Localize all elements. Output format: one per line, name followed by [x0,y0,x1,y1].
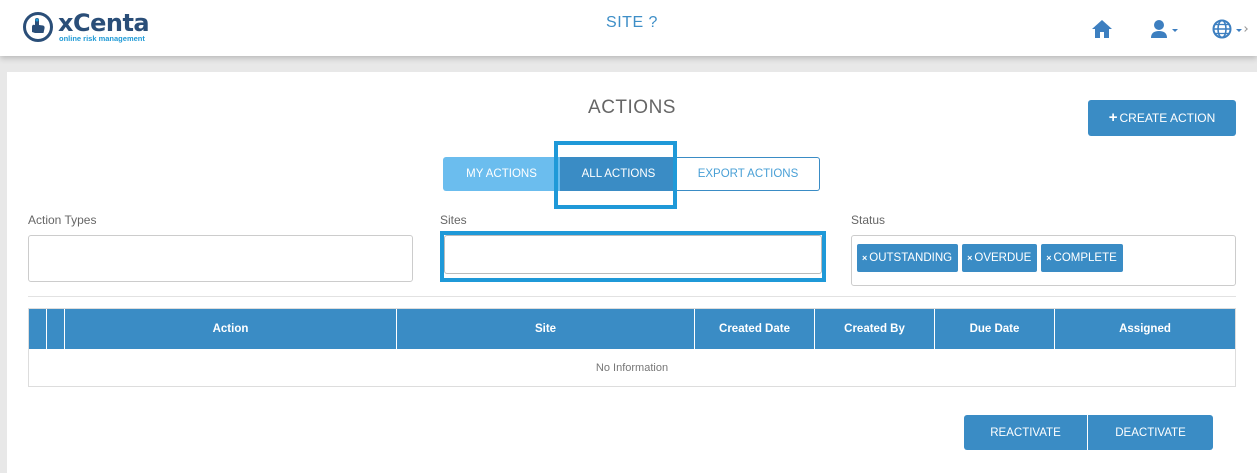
remove-tag-icon[interactable]: × [1046,253,1051,263]
site-title[interactable]: SITE ? [560,14,704,32]
column-header-due-date[interactable]: Due Date [935,309,1055,349]
create-action-label: CREATE ACTION [1119,111,1216,125]
status-tag-label: OVERDUE [974,252,1032,264]
globe-icon [1212,19,1232,39]
status-tag-label: COMPLETE [1053,252,1117,264]
remove-tag-icon[interactable]: × [862,253,867,263]
sites-select[interactable] [444,235,822,274]
chevron-right-icon [1242,26,1248,32]
action-types-select[interactable] [28,235,413,282]
actions-panel: ACTIONS + CREATE ACTION MY ACTIONS ALL A… [7,72,1257,473]
empty-table-message: No Information [595,361,669,374]
tab-export-actions[interactable]: EXPORT ACTIONS [677,157,820,191]
deactivate-button[interactable]: DEACTIVATE [1088,415,1213,450]
column-header-site[interactable]: Site [397,309,695,349]
section-divider [28,296,1236,297]
actions-tab-group: MY ACTIONS ALL ACTIONS EXPORT ACTIONS [443,157,820,191]
column-header-created-by[interactable]: Created By [815,309,935,349]
remove-tag-icon[interactable]: × [967,253,972,263]
home-button[interactable] [1091,17,1113,41]
status-label: Status [851,213,886,227]
column-header-action[interactable]: Action [65,309,397,349]
status-tag-outstanding[interactable]: × OUTSTANDING [857,244,959,272]
status-select[interactable]: × OUTSTANDING × OVERDUE × COMPLETE [851,235,1236,286]
user-icon [1151,20,1167,38]
sites-label: Sites [440,213,467,227]
action-types-label: Action Types [28,213,97,227]
column-header-select[interactable] [29,309,47,349]
status-tag-complete[interactable]: × COMPLETE [1041,244,1123,272]
reactivate-button[interactable]: REACTIVATE [964,415,1088,450]
tab-my-actions[interactable]: MY ACTIONS [443,157,560,191]
status-tag-label: OUTSTANDING [869,252,953,264]
top-navbar: xCenta online risk management SITE ? [0,0,1257,56]
actions-table: Action Site Created Date Created By Due … [28,308,1236,387]
status-tags: × OUTSTANDING × OVERDUE × COMPLETE [852,236,1235,280]
xcenta-logo[interactable]: xCenta online risk management [22,9,172,47]
logo-hand-icon [23,12,53,42]
home-icon [1092,20,1112,38]
page-title: ACTIONS [588,97,676,118]
logo-tagline: online risk management [59,34,145,43]
user-menu-button[interactable] [1150,17,1178,41]
chevron-down-icon [1172,29,1178,32]
column-header-assigned[interactable]: Assigned [1055,309,1235,349]
status-tag-overdue[interactable]: × OVERDUE [962,244,1038,272]
language-menu-button[interactable] [1212,17,1242,41]
bulk-action-buttons: REACTIVATE DEACTIVATE [964,415,1213,450]
tab-all-actions[interactable]: ALL ACTIONS [560,157,677,191]
create-action-button[interactable]: + CREATE ACTION [1088,100,1236,136]
column-header-created-date[interactable]: Created Date [695,309,815,349]
plus-icon: + [1108,109,1118,126]
logo-text: xCenta [58,9,150,37]
table-header: Action Site Created Date Created By Due … [29,309,1235,349]
chevron-down-icon [1236,29,1242,32]
column-header-expand[interactable] [47,309,65,349]
